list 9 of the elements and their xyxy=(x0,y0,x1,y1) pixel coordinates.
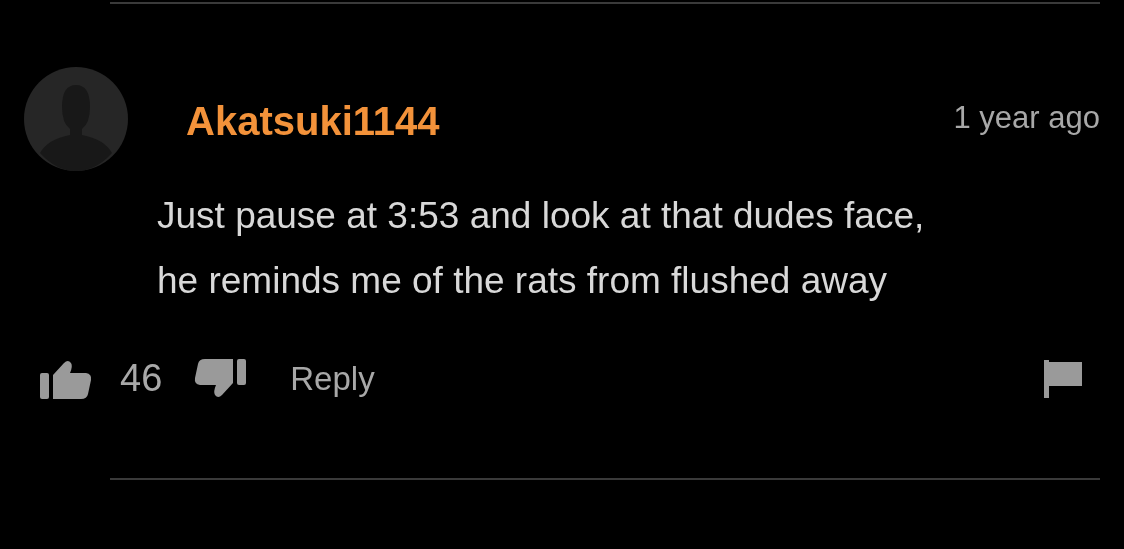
like-count: 46 xyxy=(120,357,163,400)
avatar-icon xyxy=(24,67,128,171)
flag-icon[interactable] xyxy=(1044,359,1082,398)
reply-link[interactable]: Reply xyxy=(290,359,375,398)
timestamp: 1 year ago xyxy=(953,100,1100,136)
thumbs-up-icon[interactable] xyxy=(40,358,92,399)
thumbs-down-icon[interactable] xyxy=(194,358,247,399)
comment-text: Just pause at 3:53 and look at that dudes face, he reminds me of the rats from flushed away xyxy=(157,194,926,303)
username[interactable]: Akatsuki1144 xyxy=(186,98,440,144)
